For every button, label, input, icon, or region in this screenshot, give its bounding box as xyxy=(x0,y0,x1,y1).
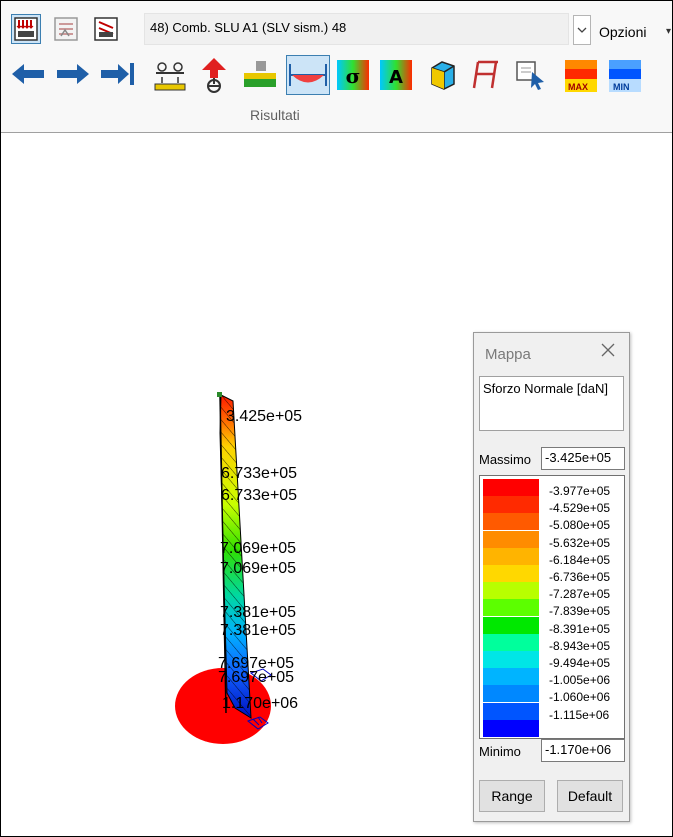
supports-icon[interactable] xyxy=(152,57,188,93)
scale-tick-label: -6.736e+05 xyxy=(549,570,611,584)
chevron-down-icon xyxy=(577,27,587,33)
color-scale: -3.977e+05 -4.529e+05 -5.080e+05 -5.632e+05… xyxy=(479,475,625,739)
arrow-left-icon[interactable] xyxy=(10,59,46,89)
diagram-value-label: 1.170e+06 xyxy=(222,695,299,712)
beam-stress-icon[interactable] xyxy=(242,59,278,91)
query-icon[interactable] xyxy=(514,58,550,92)
color-swatch xyxy=(483,616,539,634)
min-value-input[interactable]: -1.170e+06 xyxy=(541,739,625,762)
min-label: Minimo xyxy=(479,744,521,759)
scale-tick-label: -5.080e+05 xyxy=(549,518,611,533)
combination-dropdown-button[interactable] xyxy=(573,15,591,45)
scale-tick-label: -3.977e+05 xyxy=(549,484,611,498)
top-node xyxy=(217,392,222,397)
close-icon[interactable] xyxy=(599,341,617,359)
min-badge: MIN xyxy=(613,82,630,92)
legend-window-title: Mappa xyxy=(485,346,531,363)
scale-tick-label: -8.943e+05 xyxy=(549,638,611,653)
color-swatch xyxy=(483,719,539,737)
diagram-value-label: 6.733e+05 xyxy=(221,465,298,482)
color-swatch xyxy=(483,479,539,496)
diagram-value-label: 7.381e+05 xyxy=(220,604,297,621)
diagram-value-label: 7.069e+05 xyxy=(220,540,297,557)
scale-tick-label: -4.529e+05 xyxy=(549,501,611,516)
area-map-icon[interactable]: A xyxy=(379,59,413,91)
diagram-value-label: 3.425e+05 xyxy=(226,408,303,425)
color-swatch xyxy=(483,702,539,720)
combination-select-value: 48) Comb. SLU A1 (SLV sism.) 48 xyxy=(150,20,347,35)
ribbon-group-label: Risultati xyxy=(250,107,300,123)
color-swatch xyxy=(483,513,539,531)
section-icon[interactable] xyxy=(470,58,502,92)
svg-text:σ: σ xyxy=(346,64,361,88)
color-swatch xyxy=(483,565,539,582)
diagram-value-label: 7.381e+05 xyxy=(220,622,297,639)
scale-tick-label: -9.494e+05 xyxy=(549,656,611,670)
options-menu[interactable]: Opzioni xyxy=(599,24,646,40)
min-value-text: -1.170e+06 xyxy=(545,742,612,757)
arrow-end-icon[interactable] xyxy=(99,59,137,89)
structure-view-icon[interactable] xyxy=(51,14,83,46)
color-swatch xyxy=(483,668,539,686)
reactions-icon[interactable] xyxy=(198,56,230,94)
max-value-input[interactable]: -3.425e+05 xyxy=(541,447,625,470)
color-swatch xyxy=(483,496,539,514)
arrow-right-icon[interactable] xyxy=(55,59,91,89)
scale-tick-label: -1.115e+06 xyxy=(549,707,610,722)
range-button[interactable]: Range xyxy=(479,780,545,812)
options-chevron-icon[interactable]: ▾ xyxy=(666,26,671,37)
color-swatch xyxy=(483,582,539,600)
ribbon-toolbar: 48) Comb. SLU A1 (SLV sism.) 48 Opzioni … xyxy=(1,1,672,133)
diagram-value-label: 6.733e+05 xyxy=(221,487,298,504)
color-swatch xyxy=(483,651,539,668)
quantity-field[interactable]: Sforzo Normale [daN] xyxy=(479,376,624,431)
diagram-value-label: 7.069e+05 xyxy=(220,560,297,577)
scale-tick-label: -1.005e+06 xyxy=(549,673,611,688)
color-swatch xyxy=(483,547,539,565)
color-swatch xyxy=(483,599,539,617)
scale-tick-label: -6.184e+05 xyxy=(549,552,611,567)
color-swatch xyxy=(483,633,539,651)
max-value-text: -3.425e+05 xyxy=(545,450,612,465)
solid-view-icon[interactable] xyxy=(426,58,458,92)
sigma-map-icon[interactable]: σ xyxy=(336,59,370,91)
max-badge: MAX xyxy=(568,82,588,92)
color-swatch xyxy=(483,530,539,548)
scale-tick-label: -7.287e+05 xyxy=(549,587,611,602)
svg-text:A: A xyxy=(389,67,403,88)
combination-select[interactable]: 48) Comb. SLU A1 (SLV sism.) 48 xyxy=(144,13,569,45)
scale-tick-label: -7.839e+05 xyxy=(549,604,611,619)
scale-tick-label: -1.060e+06 xyxy=(549,690,611,705)
scale-tick-label: -5.632e+05 xyxy=(549,535,611,550)
default-button[interactable]: Default xyxy=(557,780,623,812)
max-label: Massimo xyxy=(479,452,532,467)
legend-window: Mappa Sforzo Normale [daN] Massimo -3.42… xyxy=(473,332,630,822)
loads-view-icon[interactable] xyxy=(11,14,41,44)
diagram-icon xyxy=(289,64,327,86)
deformed-view-icon[interactable] xyxy=(91,14,123,46)
color-swatch xyxy=(483,685,539,703)
quantity-label: Sforzo Normale [daN] xyxy=(483,381,608,396)
diagram-value-label: 7.697e+05 xyxy=(218,669,295,686)
diagram-button[interactable] xyxy=(286,55,330,95)
scale-tick-label: -8.391e+05 xyxy=(549,621,611,636)
